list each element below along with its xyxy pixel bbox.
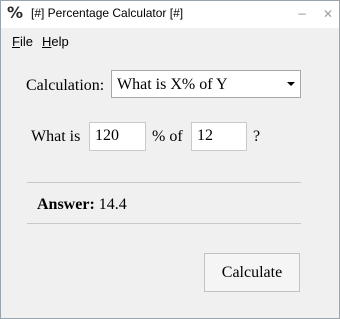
x-value-input[interactable]: 120 (89, 122, 146, 151)
percent-icon: % (7, 3, 24, 22)
percent-of-label: % of (152, 128, 183, 145)
dropdown-arrow-icon[interactable] (287, 82, 295, 86)
minimize-button[interactable]: − (293, 5, 311, 23)
title-bar[interactable]: % [#] Percentage Calculator [#] − ✕ (1, 1, 339, 28)
menu-bar: File Help (1, 30, 339, 52)
answer-label: Answer: (37, 196, 95, 213)
menu-file-rest: ile (19, 34, 33, 49)
answer-line: Answer: 14.4 (37, 196, 127, 214)
menu-file-mnemonic: F (12, 34, 20, 49)
divider-bottom (27, 223, 301, 224)
menu-help[interactable]: Help (42, 34, 69, 49)
window-title: [#] Percentage Calculator [#] (31, 6, 184, 20)
menu-help-mnemonic: H (42, 34, 52, 49)
answer-value: 14.4 (98, 196, 127, 213)
menu-file[interactable]: File (12, 34, 33, 49)
divider-top (27, 182, 301, 183)
calculate-button[interactable]: Calculate (204, 253, 300, 292)
calculation-label: Calculation: (26, 77, 105, 94)
what-is-label: What is (31, 128, 81, 145)
calculation-select[interactable]: What is X% of Y (111, 70, 301, 98)
y-value-input[interactable]: 12 (191, 122, 247, 151)
question-mark-label: ? (253, 128, 261, 145)
menu-help-rest: elp (51, 34, 69, 49)
calculation-select-value: What is X% of Y (117, 76, 228, 93)
app-window: % [#] Percentage Calculator [#] − ✕ File… (0, 0, 340, 319)
close-button[interactable]: ✕ (319, 5, 337, 23)
